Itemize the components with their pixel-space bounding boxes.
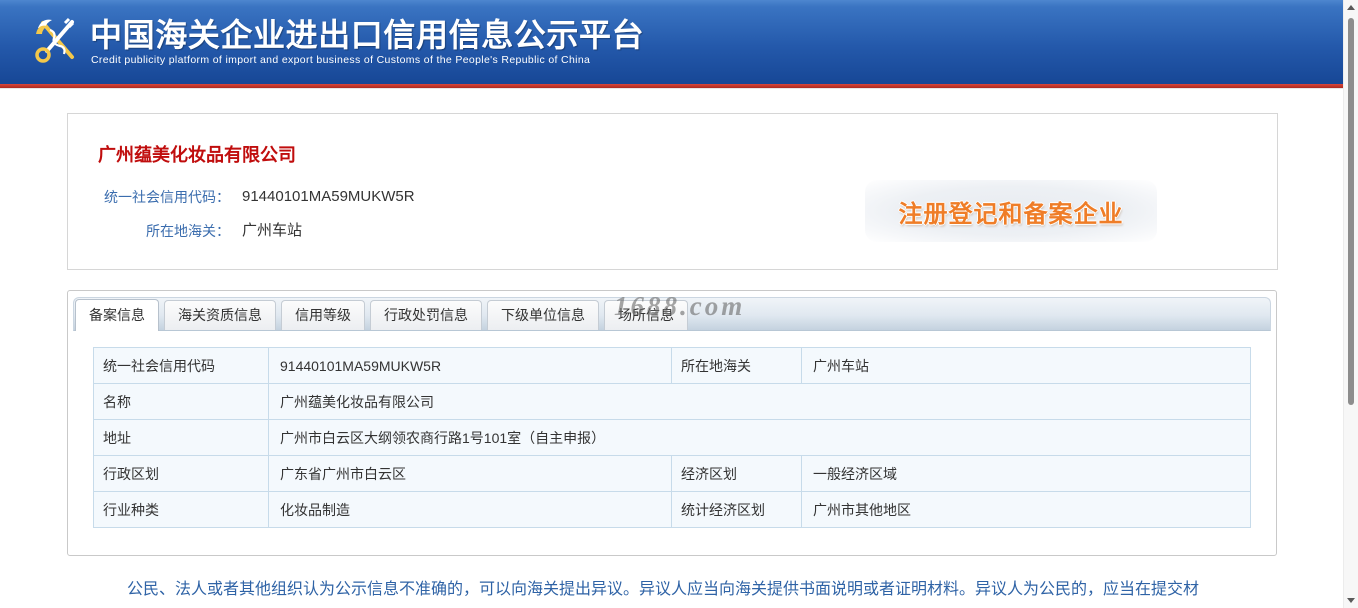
table-row: 名称 广州蕴美化妆品有限公司 bbox=[93, 383, 1251, 420]
table-row: 行政区划 广东省广州市白云区 经济区划 一般经济区域 bbox=[93, 455, 1251, 492]
tab-customs-qualification[interactable]: 海关资质信息 bbox=[164, 300, 276, 330]
cell-value-statistical-zone: 广州市其他地区 bbox=[801, 491, 1251, 528]
cell-label-name: 名称 bbox=[93, 383, 269, 420]
cell-value-industry: 化妆品制造 bbox=[268, 491, 672, 528]
cell-value-economic-zone: 一般经济区域 bbox=[801, 455, 1251, 492]
tab-credit-rating[interactable]: 信用等级 bbox=[281, 300, 365, 330]
cell-value-admin-region: 广东省广州市白云区 bbox=[268, 455, 672, 492]
objection-notice: 公民、法人或者其他组织认为公示信息不准确的，可以向海关提出异议。异议人应当向海关… bbox=[127, 581, 1200, 598]
customs-value: 广州车站 bbox=[242, 222, 303, 239]
credit-code-row: 统一社会信用代码： 91440101MA59MUKW5R bbox=[98, 187, 415, 207]
scroll-up-arrow-icon[interactable] bbox=[1344, 0, 1358, 16]
cell-value-customs: 广州车站 bbox=[801, 347, 1251, 384]
customs-row: 所在地海关： 广州车站 bbox=[98, 221, 302, 241]
tab-subordinate-units[interactable]: 下级单位信息 bbox=[487, 300, 599, 330]
tab-administrative-penalty[interactable]: 行政处罚信息 bbox=[370, 300, 482, 330]
cell-value-address: 广州市白云区大纲领农商行路1号101室（自主申报） bbox=[268, 419, 1251, 456]
tab-premises-info[interactable]: 场所信息 bbox=[604, 300, 688, 330]
cell-value-credit-code: 91440101MA59MUKW5R bbox=[268, 347, 672, 384]
company-summary-box: 广州蕴美化妆品有限公司 统一社会信用代码： 91440101MA59MUKW5R… bbox=[67, 113, 1278, 270]
vertical-scrollbar[interactable] bbox=[1343, 0, 1358, 608]
cell-label-economic-zone: 经济区划 bbox=[671, 455, 802, 492]
table-row: 行业种类 化妆品制造 统计经济区划 广州市其他地区 bbox=[93, 491, 1251, 528]
registration-badge-text: 注册登记和备案企业 bbox=[898, 200, 1124, 228]
scrollbar-thumb[interactable] bbox=[1348, 18, 1354, 405]
table-row: 统一社会信用代码 91440101MA59MUKW5R 所在地海关 广州车站 bbox=[93, 347, 1251, 384]
table-row: 地址 广州市白云区大纲领农商行路1号101室（自主申报） bbox=[93, 419, 1251, 456]
cell-label-customs: 所在地海关 bbox=[671, 347, 802, 384]
cell-label-industry: 行业种类 bbox=[93, 491, 269, 528]
tab-filing-info[interactable]: 备案信息 bbox=[75, 299, 159, 331]
customs-label: 所在地海关： bbox=[146, 223, 230, 239]
cell-value-name: 广州蕴美化妆品有限公司 bbox=[268, 383, 1251, 420]
registration-badge: 注册登记和备案企业 bbox=[865, 180, 1157, 242]
cell-label-address: 地址 bbox=[93, 419, 269, 456]
tab-list: 备案信息 海关资质信息 信用等级 行政处罚信息 下级单位信息 场所信息 bbox=[75, 299, 688, 331]
credit-code-value: 91440101MA59MUKW5R bbox=[242, 188, 415, 205]
cell-label-admin-region: 行政区划 bbox=[93, 455, 269, 492]
credit-code-label: 统一社会信用代码： bbox=[104, 189, 230, 205]
tab-bar: 备案信息 海关资质信息 信用等级 行政处罚信息 下级单位信息 场所信息 bbox=[73, 297, 1271, 331]
site-header: 中国海关企业进出口信用信息公示平台 Credit publicity platf… bbox=[0, 0, 1343, 84]
site-subtitle: Credit publicity platform of import and … bbox=[91, 54, 591, 66]
company-name: 广州蕴美化妆品有限公司 bbox=[98, 145, 296, 165]
info-tabs-panel: 备案信息 海关资质信息 信用等级 行政处罚信息 下级单位信息 场所信息 统一社会… bbox=[67, 290, 1277, 556]
cell-label-credit-code: 统一社会信用代码 bbox=[93, 347, 269, 384]
customs-emblem-icon[interactable] bbox=[32, 14, 82, 64]
cell-label-statistical-zone: 统计经济区划 bbox=[671, 491, 802, 528]
header-divider-shadow bbox=[0, 88, 1343, 89]
site-title: 中国海关企业进出口信用信息公示平台 bbox=[90, 17, 645, 53]
filing-info-table: 统一社会信用代码 91440101MA59MUKW5R 所在地海关 广州车站 名… bbox=[93, 347, 1251, 528]
scroll-down-arrow-icon[interactable] bbox=[1344, 592, 1358, 608]
